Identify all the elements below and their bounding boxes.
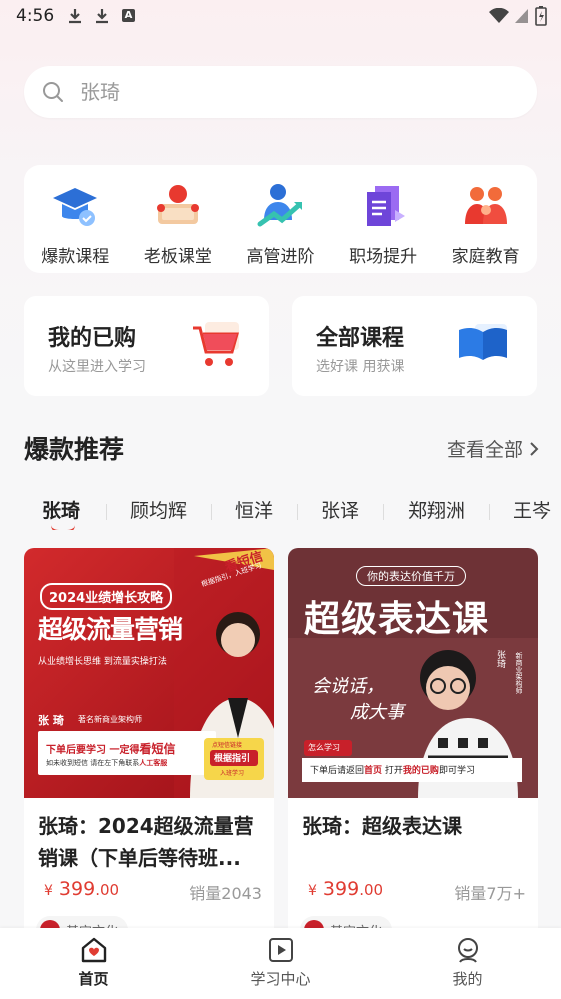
cover-notice-2: 如未收到短信 请在左下角联系人工客服 — [46, 759, 168, 767]
all-courses-card[interactable]: 全部课程 选好课 用获课 — [292, 296, 537, 396]
cover-author-desc: 新商业架构师 — [515, 652, 523, 694]
cover-badge: 2024业绩增长攻略 — [40, 583, 173, 610]
course-cover: 你的表达价值千万 超级表达课 会说话， 成大事 张琦 新商业架构师 怎么学习 下… — [288, 548, 538, 798]
nav-label: 学习中心 — [250, 970, 311, 988]
cover-how: 怎么学习 — [308, 743, 340, 752]
nav-profile[interactable]: 我的 — [374, 928, 561, 999]
family-icon — [460, 180, 512, 232]
promo-subtitle: 选好课 用获课 — [316, 359, 405, 375]
career-books-icon — [357, 180, 409, 232]
tab-divider — [106, 504, 107, 520]
battery-icon — [535, 6, 547, 26]
search-input[interactable] — [80, 78, 500, 106]
bottom-nav: 首页 学习中心 我的 — [0, 928, 561, 999]
cover-stamp-top: 点短信链接 — [212, 742, 243, 749]
section-title: 爆款推荐 — [24, 435, 125, 464]
cover-stamp-mid: 根据指引 — [214, 754, 251, 764]
play-book-icon — [268, 938, 293, 962]
category-family-education[interactable]: 家庭教育 — [434, 165, 537, 273]
category-grid: 爆款课程 老板课堂 高管进阶 职场提升 家庭教育 — [24, 165, 537, 273]
category-label: 爆款课程 — [41, 247, 110, 267]
active-tab-indicator — [51, 525, 75, 530]
tab-wang-cen[interactable]: 王岑 — [513, 496, 551, 523]
cover-calligraphy-2: 成大事 — [350, 702, 404, 723]
status-bar: 4:56 A — [0, 0, 561, 34]
promo-subtitle: 从这里进入学习 — [48, 359, 146, 375]
tab-gu-junhui[interactable]: 顾均辉 — [130, 496, 187, 523]
nav-home[interactable]: 首页 — [0, 928, 187, 999]
category-label: 高管进阶 — [246, 247, 315, 267]
profile-icon — [457, 938, 478, 963]
chevron-right-icon — [530, 441, 539, 456]
cover-stamp-bot: 入班学习 — [220, 770, 245, 777]
cover-author: 张琦 — [495, 650, 505, 668]
cover-notice: 下单后请返回首页 打开我的已购即可学习 — [310, 766, 475, 776]
category-label: 老板课堂 — [143, 247, 212, 267]
category-career-boost[interactable]: 职场提升 — [332, 165, 435, 273]
shopping-cart-icon — [193, 322, 239, 366]
cover-subline: 从业绩增长思维 到流量实操打法 — [38, 657, 167, 667]
open-book-icon — [459, 324, 507, 360]
nav-label: 我的 — [452, 970, 483, 988]
tab-zheng-xiangzhou[interactable]: 郑翔洲 — [408, 496, 465, 523]
tab-zhang-yi[interactable]: 张译 — [321, 496, 359, 523]
cover-calligraphy-1: 会说话， — [312, 676, 384, 697]
home-icon — [81, 937, 106, 963]
course-card[interactable]: 你的表达价值千万 超级表达课 会说话， 成大事 张琦 新商业架构师 怎么学习 下… — [288, 548, 538, 948]
course-title: 张琦：2024超级流量营销课（下单后等待班... — [38, 814, 254, 870]
category-hot-courses[interactable]: 爆款课程 — [24, 165, 127, 273]
cover-notice-1: 下单后要学习 一定得看短信 — [46, 742, 176, 756]
download-icon — [96, 9, 108, 24]
view-all-link[interactable]: 查看全部 — [447, 435, 539, 462]
category-label: 职场提升 — [349, 247, 418, 267]
cover-author: 张 琦 — [38, 714, 64, 727]
notification-a-icon: A — [122, 9, 135, 22]
nav-label: 首页 — [78, 970, 109, 988]
status-time: 4:56 — [16, 6, 55, 26]
course-price: ¥399.00 — [44, 878, 120, 900]
promo-title: 我的已购 — [48, 326, 137, 351]
promo-title: 全部课程 — [316, 326, 405, 351]
search-icon — [43, 82, 63, 102]
tab-divider — [383, 504, 384, 520]
tab-heng-yang[interactable]: 恒洋 — [235, 496, 273, 523]
tab-divider — [489, 504, 490, 520]
category-boss-class[interactable]: 老板课堂 — [127, 165, 230, 273]
tab-divider — [297, 504, 298, 520]
boss-lecture-icon — [152, 180, 204, 232]
course-price: ¥399.00 — [308, 878, 384, 900]
course-card[interactable]: 看短信 根据指引，入班学习 2024业绩增长攻略 超级流量营销 从业绩增长思维 … — [24, 548, 274, 948]
tab-zhang-qi[interactable]: 张琦 — [42, 496, 80, 523]
tab-divider — [211, 504, 212, 520]
download-icon — [69, 9, 81, 24]
view-all-label: 查看全部 — [446, 439, 523, 461]
wifi-icon — [489, 8, 509, 23]
executive-growth-icon — [254, 180, 306, 232]
graduation-cap-icon — [49, 180, 101, 232]
my-purchased-card[interactable]: 我的已购 从这里进入学习 — [24, 296, 269, 396]
cover-headline: 超级表达课 — [304, 599, 490, 640]
nav-study-center[interactable]: 学习中心 — [187, 928, 374, 999]
cover-headline: 超级流量营销 — [38, 615, 183, 644]
category-label: 家庭教育 — [451, 247, 520, 267]
course-cover: 看短信 根据指引，入班学习 2024业绩增长攻略 超级流量营销 从业绩增长思维 … — [24, 548, 274, 798]
course-title: 张琦：超级表达课 — [302, 814, 462, 838]
cover-author-desc: 著名新商业架构师 — [78, 715, 142, 724]
course-sales: 销量2043 — [189, 884, 262, 903]
teacher-tabs: 张琦 顾均辉 恒洋 张译 郑翔洲 王岑 — [0, 490, 561, 530]
cover-tag: 你的表达价值千万 — [356, 566, 466, 586]
course-sales: 销量7万+ — [454, 884, 526, 903]
search-bar[interactable] — [24, 66, 537, 118]
signal-icon — [515, 9, 528, 23]
category-executive-advance[interactable]: 高管进阶 — [229, 165, 332, 273]
